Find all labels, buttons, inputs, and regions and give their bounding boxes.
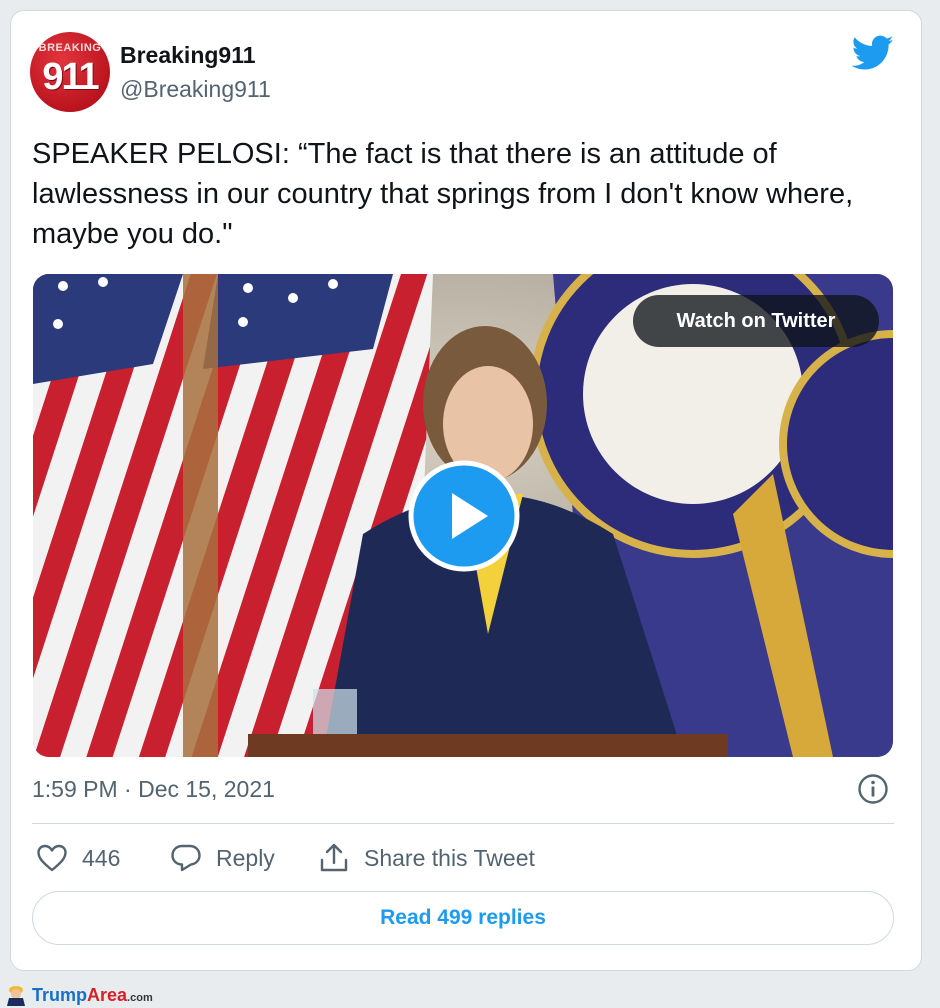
avatar-top-text: BREAKING bbox=[38, 42, 102, 54]
avatar-main-text: 911 bbox=[42, 56, 99, 98]
author-name[interactable]: Breaking911 bbox=[120, 42, 256, 69]
watermark-suffix: .com bbox=[127, 991, 153, 1004]
twitter-bird-icon[interactable] bbox=[852, 35, 894, 71]
info-icon[interactable] bbox=[857, 773, 889, 805]
author-handle[interactable]: @Breaking911 bbox=[120, 76, 271, 103]
tweet-timestamp[interactable]: 1:59 PM · Dec 15, 2021 bbox=[32, 776, 275, 803]
share-button[interactable]: Share this Tweet bbox=[318, 840, 535, 876]
heart-icon bbox=[37, 844, 67, 872]
watermark-brand-b: Area bbox=[87, 984, 128, 1005]
reply-button[interactable]: Reply bbox=[170, 840, 275, 876]
like-count: 446 bbox=[82, 844, 121, 871]
watermark-brand-a: Trump bbox=[32, 984, 88, 1005]
trump-logo-icon bbox=[7, 986, 25, 1006]
like-button[interactable]: 446 bbox=[36, 840, 120, 876]
play-icon[interactable] bbox=[408, 460, 520, 572]
divider bbox=[32, 823, 894, 824]
tweet-text: SPEAKER PELOSI: “The fact is that there … bbox=[32, 138, 854, 250]
watch-on-twitter-button[interactable]: Watch on Twitter bbox=[633, 295, 879, 347]
read-replies-button[interactable]: Read 499 replies bbox=[32, 891, 894, 945]
reply-label: Reply bbox=[216, 844, 275, 871]
watermark-text: TrumpArea.com bbox=[32, 985, 153, 1006]
share-label: Share this Tweet bbox=[364, 844, 535, 871]
reply-icon bbox=[171, 844, 201, 872]
avatar[interactable]: BREAKING 911 bbox=[30, 32, 110, 112]
share-icon bbox=[320, 843, 348, 872]
watermark: TrumpArea.com bbox=[4, 984, 153, 1006]
